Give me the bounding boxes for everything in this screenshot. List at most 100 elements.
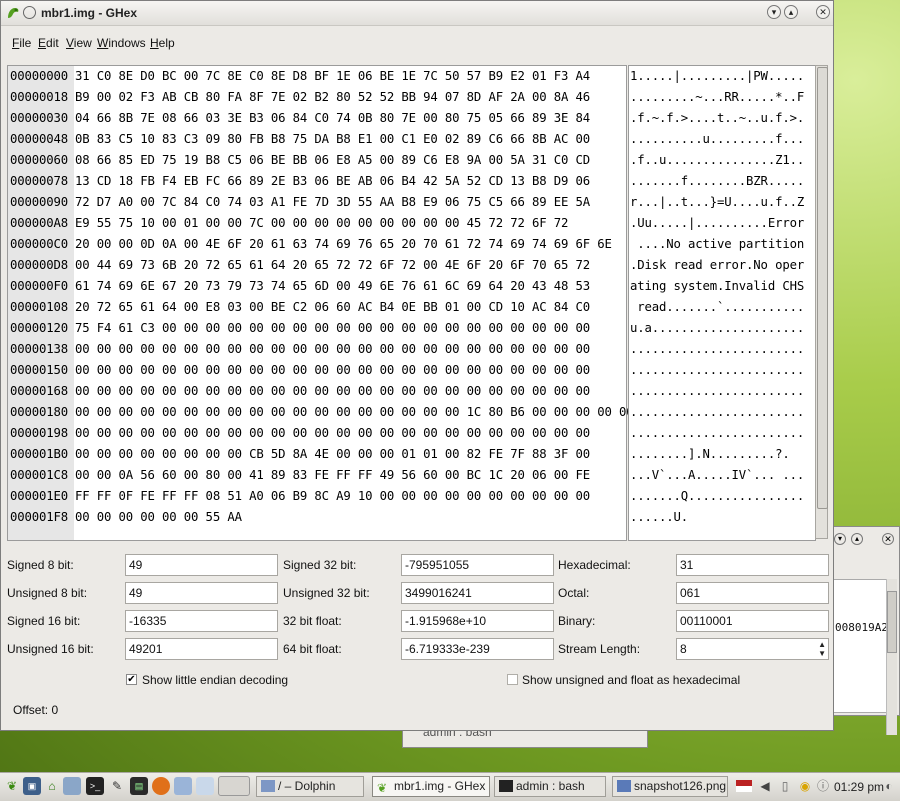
hex-view[interactable]: 00000000 31 C0 8E D0 BC 00 7C 8E C0 8E D8… xyxy=(7,65,634,541)
ascii-row[interactable]: u.a..................... xyxy=(630,318,804,339)
firefox-icon[interactable] xyxy=(152,777,170,795)
row-hex-bytes[interactable]: 00 00 00 00 00 00 00 00 00 00 00 00 00 0… xyxy=(75,423,590,444)
power-icon[interactable]: ◉ xyxy=(796,777,814,795)
ascii-row[interactable]: ...V`...A.....IV`... ... xyxy=(630,465,804,486)
menu-windows[interactable]: Windows xyxy=(97,36,146,50)
kde-menu-icon[interactable]: ❦ xyxy=(3,777,21,795)
menu-file[interactable]: File xyxy=(12,36,31,50)
close-icon[interactable]: ✕ xyxy=(816,5,830,19)
row-hex-bytes[interactable]: 61 74 69 6E 67 20 73 79 73 74 65 6D 00 4… xyxy=(75,276,590,297)
ascii-row[interactable]: ....No active partition xyxy=(630,234,804,255)
ascii-row[interactable]: ........................ xyxy=(630,423,804,444)
hex-scrollbar[interactable] xyxy=(815,65,828,539)
menu-edit[interactable]: Edit xyxy=(38,36,59,50)
hexadecimal-field[interactable]: 31 xyxy=(676,554,829,576)
ascii-row[interactable]: ........].N.........?. xyxy=(630,444,790,465)
clipboard-icon[interactable]: ▯ xyxy=(776,777,794,795)
octal-field[interactable]: 061 xyxy=(676,582,829,604)
stream-length-spinner[interactable]: 8 ▲ ▼ xyxy=(676,638,829,660)
desktop-icon[interactable]: ▣ xyxy=(23,777,41,795)
volume-icon[interactable]: ◀ xyxy=(756,777,774,795)
row-hex-bytes[interactable]: 00 00 00 00 00 00 00 00 00 00 00 00 00 0… xyxy=(75,381,590,402)
hex-scrollbar-thumb[interactable] xyxy=(817,67,828,509)
row-hex-bytes[interactable]: 72 D7 A0 00 7C 84 C0 74 03 A1 FE 7D 3D 5… xyxy=(75,192,590,213)
show-desktop-icon[interactable]: ◐ xyxy=(880,777,898,795)
row-hex-bytes[interactable]: 31 C0 8E D0 BC 00 7C 8E C0 8E D8 BF 1E 0… xyxy=(75,66,590,87)
row-hex-bytes[interactable]: 00 44 69 73 6B 20 72 65 61 64 20 65 72 7… xyxy=(75,255,590,276)
signed-16-bit-field[interactable]: -16335 xyxy=(125,610,278,632)
pager-icon[interactable] xyxy=(218,776,250,796)
background-window[interactable]: ▾ ▴ ✕ 008019A2 xyxy=(826,526,900,735)
ascii-row[interactable]: .Disk read error.No oper xyxy=(630,255,804,276)
task-snapshot[interactable]: snapshot126.png – xyxy=(612,776,728,797)
unsigned-hex-label[interactable]: Show unsigned and float as hexadecimal xyxy=(522,673,740,687)
bg-close-icon[interactable]: ✕ xyxy=(882,533,894,545)
ascii-row[interactable]: ..........u.........f... xyxy=(630,129,804,150)
ascii-row[interactable]: .......Q................ xyxy=(630,486,804,507)
row-hex-bytes[interactable]: 00 00 0A 56 60 00 80 00 41 89 83 FE FF F… xyxy=(75,465,590,486)
maximize-icon[interactable]: ▴ xyxy=(784,5,798,19)
unsigned-32-bit-field[interactable]: 3499016241 xyxy=(401,582,554,604)
ascii-row[interactable]: ........................ xyxy=(630,339,804,360)
ascii-row[interactable]: 1.....|.........|PW..... xyxy=(630,66,804,87)
bg-scrollbar-thumb[interactable] xyxy=(887,591,897,653)
row-hex-bytes[interactable]: 00 00 00 00 00 00 00 00 CB 5D 8A 4E 00 0… xyxy=(75,444,590,465)
task-terminal[interactable]: admin : bash xyxy=(494,776,606,797)
row-hex-bytes[interactable]: 04 66 8B 7E 08 66 03 3E B3 06 84 C0 74 0… xyxy=(75,108,590,129)
unsigned-16-bit-field[interactable]: 49201 xyxy=(125,638,278,660)
bg-minimize-icon[interactable]: ▾ xyxy=(834,533,846,545)
ascii-row[interactable]: ........................ xyxy=(630,381,804,402)
title-bar[interactable]: mbr1.img - GHex ▾ ▴ ✕ xyxy=(1,1,833,26)
ascii-row[interactable]: r...|..t...}=U....u.f..Z xyxy=(630,192,804,213)
text-editor-icon[interactable]: ✎ xyxy=(108,777,126,795)
ascii-row[interactable]: read.......`........... xyxy=(630,297,804,318)
menu-view[interactable]: View xyxy=(66,36,92,50)
row-hex-bytes[interactable]: FF FF 0F FE FF FF 08 51 A0 06 B9 8C A9 1… xyxy=(75,486,590,507)
row-hex-bytes[interactable]: 20 00 00 0D 0A 00 4E 6F 20 61 63 74 69 7… xyxy=(75,234,612,255)
row-hex-bytes[interactable]: 75 F4 61 C3 00 00 00 00 00 00 00 00 00 0… xyxy=(75,318,590,339)
row-hex-bytes[interactable]: 00 00 00 00 00 00 00 00 00 00 00 00 00 0… xyxy=(75,339,590,360)
little-endian-label[interactable]: Show little endian decoding xyxy=(142,673,288,687)
ascii-view[interactable]: 1.....|.........|PW..... .........~...RR.… xyxy=(628,65,816,541)
bg-maximize-icon[interactable]: ▴ xyxy=(851,533,863,545)
clock[interactable]: 01:29 pm xyxy=(834,780,884,794)
ascii-row[interactable]: ating system.Invalid CHS xyxy=(630,276,804,297)
minimize-icon[interactable]: ▾ xyxy=(767,5,781,19)
ascii-row[interactable]: .......f........BZR..... xyxy=(630,171,804,192)
row-hex-bytes[interactable]: 00 00 00 00 00 00 00 00 00 00 00 00 00 0… xyxy=(75,360,590,381)
row-hex-bytes[interactable]: 0B 83 C5 10 83 C3 09 80 FB B8 75 DA B8 E… xyxy=(75,129,590,150)
ascii-row[interactable]: .........~...RR.....*..F xyxy=(630,87,804,108)
ascii-row[interactable]: .Uu.....|..........Error xyxy=(630,213,804,234)
little-endian-checkbox[interactable]: ✔ xyxy=(126,674,137,685)
float-32-bit-field[interactable]: -1.915968e+10 xyxy=(401,610,554,632)
network-drive-icon[interactable] xyxy=(174,777,192,795)
spinner-arrows-icon[interactable]: ▲ ▼ xyxy=(818,640,826,658)
signed-8-bit-field[interactable]: 49 xyxy=(125,554,278,576)
row-hex-bytes[interactable]: 20 72 65 61 64 00 E8 03 00 BE C2 06 60 A… xyxy=(75,297,590,318)
float-64-bit-field[interactable]: -6.719333e-239 xyxy=(401,638,554,660)
ascii-row[interactable]: ........................ xyxy=(630,402,804,423)
row-hex-bytes[interactable]: 08 66 85 ED 75 19 B8 C5 06 BE BB 06 E8 A… xyxy=(75,150,590,171)
ascii-row[interactable]: ........................ xyxy=(630,360,804,381)
row-hex-bytes[interactable]: B9 00 02 F3 AB CB 80 FA 8F 7E 02 B2 80 5… xyxy=(75,87,590,108)
unsigned-hex-checkbox[interactable] xyxy=(507,674,518,685)
system-monitor-icon[interactable]: ▤ xyxy=(130,777,148,795)
row-hex-bytes[interactable]: E9 55 75 10 00 01 00 00 7C 00 00 00 00 0… xyxy=(75,213,568,234)
row-hex-bytes[interactable]: 00 00 00 00 00 00 00 00 00 00 00 00 00 0… xyxy=(75,402,634,423)
ascii-row[interactable]: .f..u...............Z1.. xyxy=(630,150,804,171)
us-flag-icon[interactable] xyxy=(736,780,752,792)
device-icon[interactable] xyxy=(196,777,214,795)
unsigned-8-bit-field[interactable]: 49 xyxy=(125,582,278,604)
info-icon[interactable]: ⓘ xyxy=(814,777,832,795)
sticky-icon[interactable] xyxy=(23,6,36,19)
signed-32-bit-field[interactable]: -795951055 xyxy=(401,554,554,576)
row-hex-bytes[interactable]: 13 CD 18 FB F4 EB FC 66 89 2E B3 06 BE A… xyxy=(75,171,590,192)
binary-field[interactable]: 00110001 xyxy=(676,610,829,632)
menu-help[interactable]: Help xyxy=(150,36,175,50)
ascii-row[interactable]: .f.~.f.>....t..~..u.f.>. xyxy=(630,108,804,129)
home-icon[interactable]: ⌂ xyxy=(43,777,61,795)
task-dolphin[interactable]: / – Dolphin xyxy=(256,776,364,797)
terminal-icon[interactable]: >_ xyxy=(86,777,104,795)
drive-icon[interactable] xyxy=(63,777,81,795)
task-ghex[interactable]: ❦ mbr1.img - GHex xyxy=(372,776,490,797)
